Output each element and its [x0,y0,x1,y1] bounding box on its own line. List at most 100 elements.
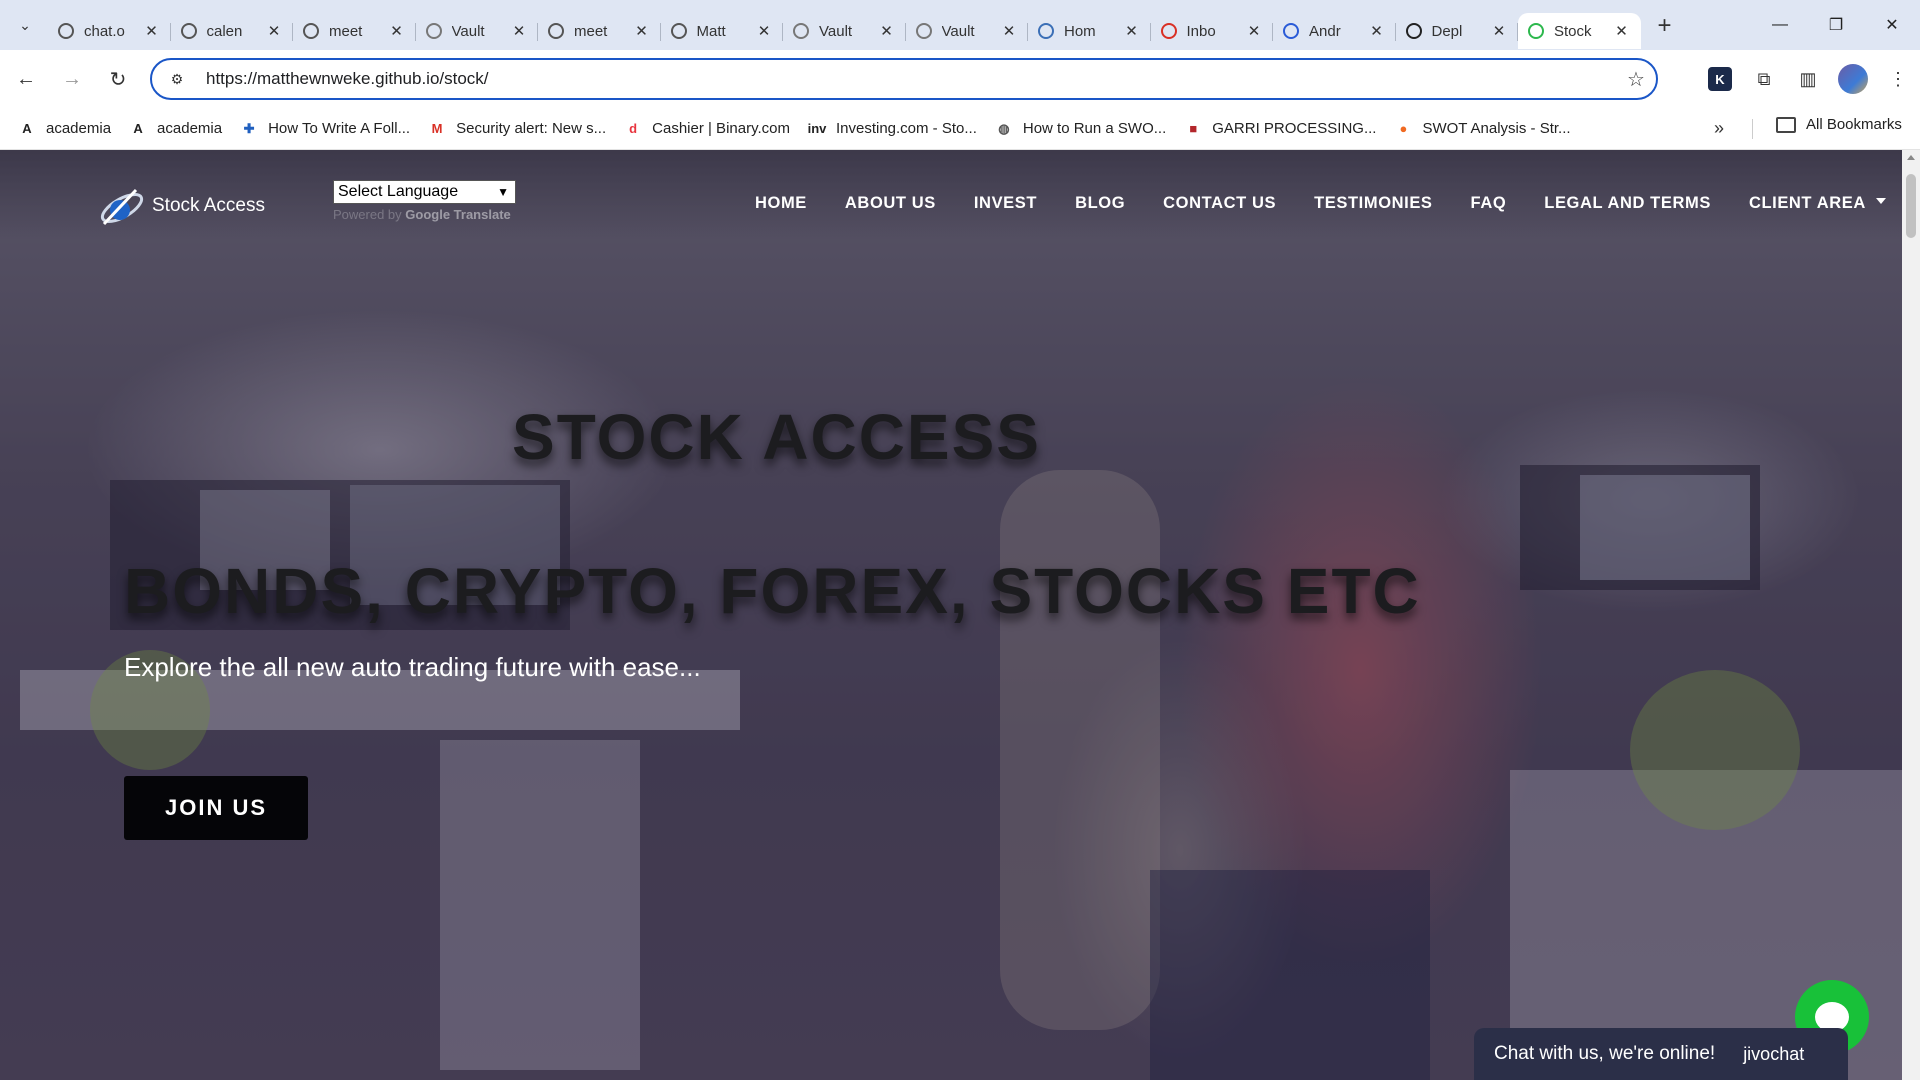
forward-arrow-icon: → [62,67,82,90]
forward-button[interactable]: → [52,59,92,99]
browser-tab[interactable]: Vault ✕ [783,13,906,49]
nav-item-testimonies[interactable]: TESTIMONIES [1314,194,1432,213]
bookmark-item[interactable]: inv Investing.com - Sto... [808,120,977,138]
browser-tab[interactable]: calen ✕ [171,13,294,49]
scroll-up-icon[interactable] [1907,155,1915,160]
all-bookmarks-button[interactable]: All Bookmarks [1776,116,1902,133]
hero-subtitle: BONDS, CRYPTO, FOREX, STOCKS ETC [124,555,1421,627]
language-select[interactable]: Select Language ▼ [333,180,516,204]
dropdown-caret-icon [1875,197,1886,204]
tab-close-icon[interactable]: ✕ [388,22,406,40]
tab-strip: ⌄ chat.o ✕ calen ✕ meet ✕ Vault ✕ meet ✕ Matt ✕ Vaul… [0,0,1920,50]
tab-close-icon[interactable]: ✕ [755,22,773,40]
browser-tab[interactable]: Inbo ✕ [1151,13,1274,49]
openai-icon [58,23,74,39]
bookmark-star-icon[interactable]: ☆ [1616,67,1656,92]
tab-close-icon[interactable]: ✕ [510,22,528,40]
tab-close-icon[interactable]: ✕ [265,22,283,40]
tab-close-icon[interactable]: ✕ [1245,22,1263,40]
bookmark-label: Investing.com - Sto... [835,120,977,137]
browser-tab[interactable]: Stock ✕ [1518,13,1641,49]
reload-icon: ↻ [109,68,127,91]
extensions-icon[interactable]: ⧉ [1742,58,1786,100]
k-extension-icon: K [1708,67,1732,91]
tab-close-icon[interactable]: ✕ [1123,22,1141,40]
bookmark-item[interactable]: M Security alert: New s... [428,120,606,138]
browser-tab[interactable]: chat.o ✕ [48,13,171,49]
url-text[interactable]: https://matthewnweke.github.io/stock/ [206,69,1616,89]
google-translate-widget: Select Language ▼ Powered by Google Tran… [333,180,516,222]
bookmark-item[interactable]: ● SWOT Analysis - Str... [1394,120,1571,138]
address-bar[interactable]: ⚙ https://matthewnweke.github.io/stock/ … [150,58,1658,100]
h-icon [1528,23,1544,39]
nav-item-faq[interactable]: FAQ [1471,194,1507,213]
tab-close-icon[interactable]: ✕ [1613,22,1631,40]
menu-kebab-icon[interactable]: ⋮ [1876,58,1920,100]
browser-tab[interactable]: meet ✕ [293,13,416,49]
globe-icon [670,23,687,39]
minimize-icon[interactable]: — [1752,0,1808,50]
nav-item-blog[interactable]: BLOG [1075,194,1125,213]
google-translate-label[interactable]: Google Translate [405,207,510,222]
nav-item-label: FAQ [1470,194,1507,212]
nav-item-invest[interactable]: INVEST [974,194,1037,213]
chevron-down-icon: ⌄ [19,16,31,33]
nav-item-home[interactable]: HOME [755,194,807,213]
bookmarks-bar: Aacademia Aacademia ✚ How To Write A Foll..… [0,108,1920,150]
nav-item-about-us[interactable]: ABOUT US [845,194,936,213]
toolbar-actions: K ⧉ ▥ ⋮ [1698,58,1920,100]
tab-close-icon[interactable]: ✕ [143,22,161,40]
browser-toolbar: ← → ↻ ⚙ https://matthewnweke.github.io/s… [0,50,1920,108]
browser-tab[interactable]: Matt ✕ [661,13,784,49]
site-logo[interactable]: Stock Access [96,180,265,232]
bookmark-item[interactable]: Aacademia [129,120,222,138]
bookmark-item[interactable]: Aacademia [18,120,111,138]
bookmark-item[interactable]: ◍ How to Run a SWO... [995,120,1166,138]
extension-k-button[interactable]: K [1698,58,1742,100]
new-tab-button[interactable]: + [1647,8,1683,44]
site-info-icon[interactable]: ⚙ [162,71,192,88]
tab-search-button[interactable]: ⌄ [10,10,40,40]
bookmark-label: academia [157,120,223,137]
powered-by-text: Powered by Google Translate [333,207,516,222]
nav-item-legal-and-terms[interactable]: LEGAL AND TERMS [1544,194,1711,213]
browser-tab[interactable]: Depl ✕ [1396,13,1519,49]
browser-tab[interactable]: Hom ✕ [1028,13,1151,49]
browser-tab[interactable]: Vault ✕ [416,13,539,49]
browser-tab[interactable]: Andr ✕ [1273,13,1396,49]
scrollbar-thumb[interactable] [1906,174,1916,238]
tab-label: Vault [451,22,485,40]
reload-button[interactable]: ↻ [98,59,138,99]
bookmark-item[interactable]: d Cashier | Binary.com [624,120,790,138]
tab-close-icon[interactable]: ✕ [1000,22,1018,40]
tab-label: meet [329,22,363,40]
profile-avatar[interactable] [1838,64,1868,94]
page-scrollbar[interactable] [1902,150,1920,1080]
close-window-icon[interactable]: ✕ [1864,0,1920,50]
chat-widget-bar[interactable]: Chat with us, we're online! jivochat [1474,1028,1848,1080]
nav-item-label: CONTACT US [1163,194,1277,212]
browser-tab[interactable]: meet ✕ [538,13,661,49]
tab-label: Andr [1309,22,1341,40]
tab-close-icon[interactable]: ✕ [878,22,896,40]
tab-close-icon[interactable]: ✕ [1490,22,1508,40]
bookmarks-overflow-icon[interactable]: » [1714,118,1724,139]
triangle-icon [1283,23,1299,39]
side-panel-icon[interactable]: ▥ [1786,58,1830,100]
restore-icon[interactable]: ❐ [1808,0,1864,50]
stock-access-logo-icon [96,180,148,232]
nav-item-label: LEGAL AND TERMS [1544,194,1711,212]
investing-icon: inv [807,121,827,136]
bookmark-item[interactable]: ■ GARRI PROCESSING... [1184,120,1376,138]
nav-item-contact-us[interactable]: CONTACT US [1163,194,1276,213]
main-navigation: HOME ABOUT US INVEST BLOG CONTACT US TESTIMON… [755,194,1886,213]
browser-tab[interactable]: Vault ✕ [906,13,1029,49]
tab-close-icon[interactable]: ✕ [1368,22,1386,40]
nav-item-label: HOME [755,194,807,212]
bookmark-item[interactable]: ✚ How To Write A Foll... [240,120,410,138]
tab-label: Inbo [1186,22,1216,40]
nav-item-client-area[interactable]: CLIENT AREA [1749,194,1886,213]
tab-close-icon[interactable]: ✕ [633,22,651,40]
join-us-button[interactable]: JOIN US [124,776,308,840]
back-button[interactable]: ← [6,59,46,99]
